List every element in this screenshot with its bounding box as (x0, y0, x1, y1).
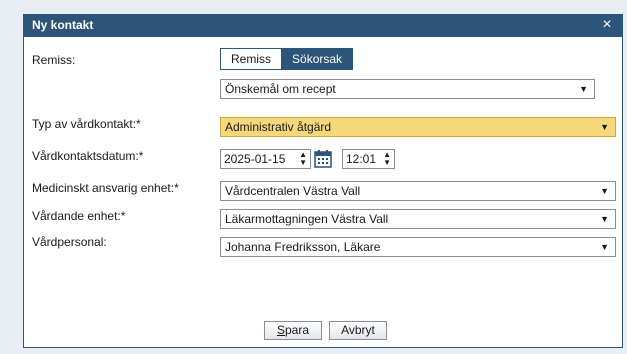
care-staff-select[interactable]: Johanna Fredriksson, Läkare ▼ (220, 237, 616, 257)
sokorsak-value: Önskemål om recept (225, 82, 336, 96)
medical-unit-select[interactable]: Vårdcentralen Västra Vall ▼ (220, 181, 616, 201)
contact-date-input[interactable]: 2025-01-15 ▲ ▼ (220, 149, 311, 169)
save-button-label: para (284, 323, 310, 337)
contact-type-value: Administrativ åtgärd (225, 120, 332, 134)
spinner-icon[interactable]: ▲ ▼ (299, 151, 307, 167)
calendar-icon[interactable] (314, 149, 332, 169)
care-staff-label: Vårdpersonal: (32, 235, 107, 249)
cancel-button[interactable]: Avbryt (329, 321, 387, 340)
save-button[interactable]: Spara (264, 321, 322, 340)
contact-type-select[interactable]: Administrativ åtgärd ▼ (220, 117, 616, 137)
spinner-icon[interactable]: ▲ ▼ (383, 151, 391, 167)
contact-time-value: 12:01 (346, 152, 377, 166)
medical-unit-label: Medicinskt ansvarig enhet:* (32, 181, 179, 195)
contact-date-label: Vårdkontaktsdatum:* (32, 149, 144, 163)
remiss-option-remiss[interactable]: Remiss (220, 48, 283, 70)
remiss-option-sokorsak[interactable]: Sökorsak (282, 48, 354, 70)
contact-type-label: Typ av vårdkontakt:* (32, 117, 141, 131)
medical-unit-value: Vårdcentralen Västra Vall (225, 184, 361, 198)
chevron-down-icon: ▼ (579, 84, 588, 94)
save-button-access-key: S (276, 323, 285, 337)
contact-time-input[interactable]: 12:01 ▲ ▼ (342, 149, 395, 169)
chevron-down-icon: ▼ (600, 186, 609, 196)
dialog-titlebar: Ny kontakt × (24, 15, 622, 37)
close-icon[interactable]: × (598, 16, 616, 34)
care-staff-value: Johanna Fredriksson, Läkare (225, 240, 381, 254)
contact-date-value: 2025-01-15 (224, 152, 286, 166)
care-unit-select[interactable]: Läkarmottagningen Västra Vall ▼ (220, 209, 616, 229)
chevron-down-icon: ▼ (600, 122, 609, 132)
remiss-toggle: Remiss Sökorsak (220, 48, 354, 70)
new-contact-dialog: Ny kontakt × Remiss: Remiss Sökorsak Öns… (23, 14, 623, 348)
chevron-down-icon: ▼ (600, 242, 609, 252)
remiss-label: Remiss: (32, 53, 76, 67)
chevron-down-icon: ▼ (600, 214, 609, 224)
sokorsak-select[interactable]: Önskemål om recept ▼ (220, 79, 595, 99)
care-unit-label: Vårdande enhet:* (32, 209, 126, 223)
care-unit-value: Läkarmottagningen Västra Vall (225, 212, 389, 226)
dialog-title: Ny kontakt (32, 18, 94, 32)
